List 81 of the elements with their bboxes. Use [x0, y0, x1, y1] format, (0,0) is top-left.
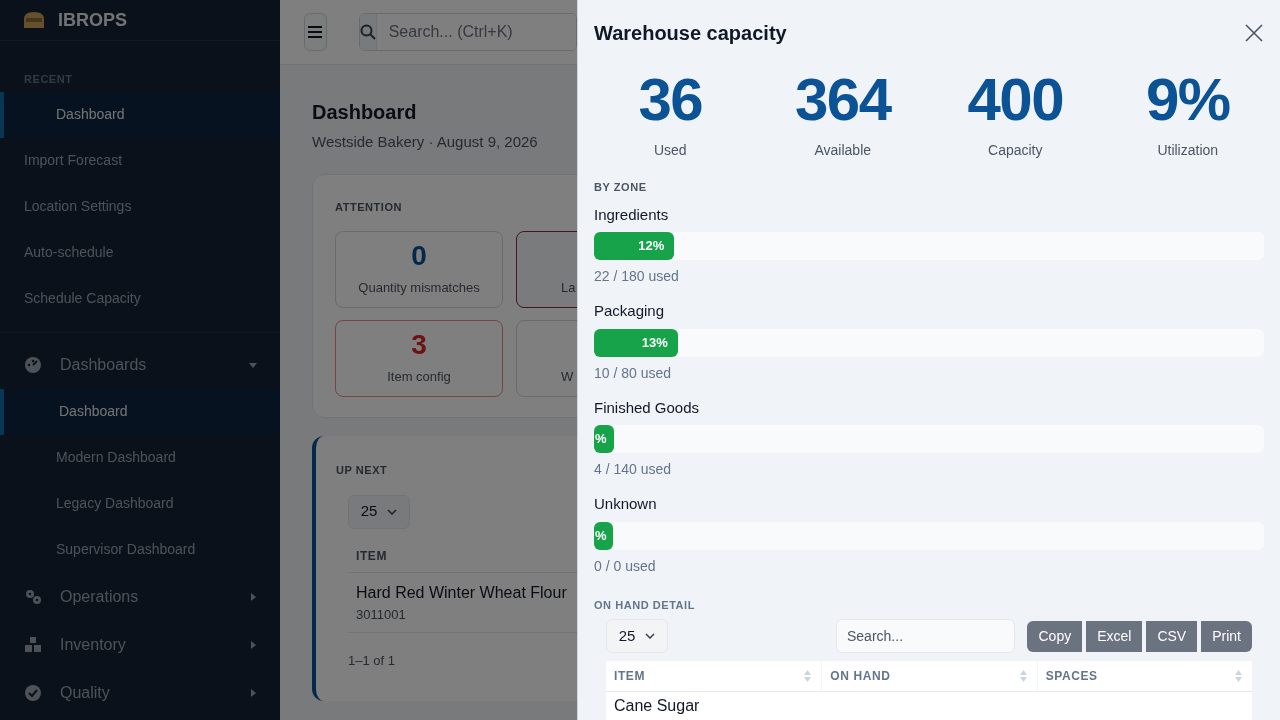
caret-right-icon — [248, 639, 258, 650]
zone-name: Packaging — [594, 301, 666, 321]
brand-name: IBROPS — [58, 8, 127, 32]
sidebar-group[interactable]: Dashboards — [0, 340, 280, 389]
menu-button[interactable] — [304, 13, 327, 51]
sidebar-item[interactable]: Auto-schedule — [0, 229, 280, 276]
export-button[interactable]: Copy — [1027, 620, 1083, 652]
progress-label: 12% — [638, 237, 665, 256]
item-name: Hard Red Winter Wheat Flour — [356, 582, 568, 603]
gears-icon — [24, 587, 42, 606]
sidebar-item[interactable]: Dashboard — [0, 388, 280, 435]
section-heading: ON HAND DETAIL — [594, 597, 696, 613]
section-heading: BY ZONE — [594, 180, 648, 195]
sidebar-group[interactable]: Inventory — [0, 620, 280, 669]
tile-value: 0 — [411, 241, 427, 270]
progress-label: % — [595, 526, 607, 545]
stat-tile[interactable]: La — [516, 231, 577, 308]
zone-name: Ingredients — [594, 204, 670, 225]
column-header[interactable]: ON HAND — [821, 661, 1037, 691]
menu-icon — [308, 26, 323, 38]
progress-label: 13% — [641, 333, 668, 352]
search-icon — [359, 24, 376, 40]
export-button[interactable]: Print — [1201, 620, 1252, 652]
tile-label: W — [561, 367, 574, 386]
sidebar-item[interactable]: Location Settings — [0, 183, 280, 230]
column-header[interactable]: SPACES — [1036, 661, 1252, 691]
sort-icon — [804, 669, 812, 683]
page-size-select[interactable]: 25 — [348, 494, 410, 529]
stat-label: Utilization — [1157, 141, 1219, 160]
sidebar-item[interactable]: Supervisor Dashboard — [0, 526, 280, 573]
zone-usage: 22 / 180 used — [594, 267, 680, 286]
pagination-info: 1–1 of 1 — [348, 652, 396, 670]
sidebar-item[interactable]: Dashboard — [0, 91, 280, 138]
zone-name: Unknown — [594, 494, 658, 514]
tile-label: La — [561, 278, 576, 297]
stat-label: Capacity — [988, 141, 1043, 160]
tile-label: Quantity mismatches — [358, 278, 480, 297]
stat-value: 36 — [638, 70, 703, 130]
check-circle-icon — [24, 683, 42, 702]
sidebar-group[interactable]: Quality — [0, 668, 280, 717]
progress-label: % — [595, 430, 607, 449]
stat-tile[interactable]: 3 Item config — [335, 320, 503, 397]
stat-value: 9% — [1145, 70, 1230, 130]
bread-logo-icon — [22, 11, 46, 29]
column-header[interactable]: ITEM — [606, 661, 822, 691]
stat-value: 364 — [794, 70, 891, 130]
stat-value: 400 — [967, 70, 1064, 130]
sort-icon — [1235, 669, 1242, 683]
table-cell: Cane Sugar — [614, 697, 700, 714]
export-button[interactable]: Excel — [1086, 620, 1143, 652]
chevron-down-icon — [645, 633, 656, 639]
export-button[interactable]: CSV — [1146, 620, 1198, 652]
drawer-title: Warehouse capacity — [594, 21, 787, 46]
section-heading: ATTENTION — [335, 199, 404, 215]
stat-tile[interactable]: 0 Quantity mismatches — [335, 231, 503, 308]
caret-right-icon — [248, 591, 258, 602]
stat-label: Used — [653, 141, 687, 160]
column-header: ITEM — [356, 548, 388, 565]
sidebar-group[interactable]: Operations — [0, 572, 280, 621]
boxes-icon — [24, 635, 42, 654]
search-field[interactable]: Search... — [836, 619, 1015, 653]
search-field[interactable]: Search... (Ctrl+K) — [358, 13, 577, 51]
zone-name: Finished Goods — [594, 397, 701, 418]
close-icon — [1245, 24, 1263, 42]
stat-label: Available — [814, 141, 872, 160]
sort-icon — [1019, 669, 1027, 683]
item-code: 3011001 — [356, 605, 407, 624]
gauge-icon — [24, 355, 42, 374]
sidebar-item[interactable]: Schedule Capacity — [0, 275, 280, 322]
zone-usage: 10 / 80 used — [594, 363, 673, 383]
zone-usage: 0 / 0 used — [594, 556, 657, 576]
tile-value: 3 — [411, 330, 427, 359]
chevron-down-icon — [387, 508, 398, 515]
sidebar-item[interactable]: Legacy Dashboard — [0, 480, 280, 527]
caret-right-icon — [248, 687, 258, 698]
page-title: Dashboard — [312, 100, 418, 125]
zone-usage: 4 / 140 used — [594, 460, 673, 479]
page-subtitle: Westside Bakery · August 9, 2026 — [312, 132, 539, 152]
section-heading: UP NEXT — [336, 463, 389, 478]
tile-label: Item config — [387, 367, 451, 386]
page-size-select[interactable]: 25 — [606, 619, 668, 653]
